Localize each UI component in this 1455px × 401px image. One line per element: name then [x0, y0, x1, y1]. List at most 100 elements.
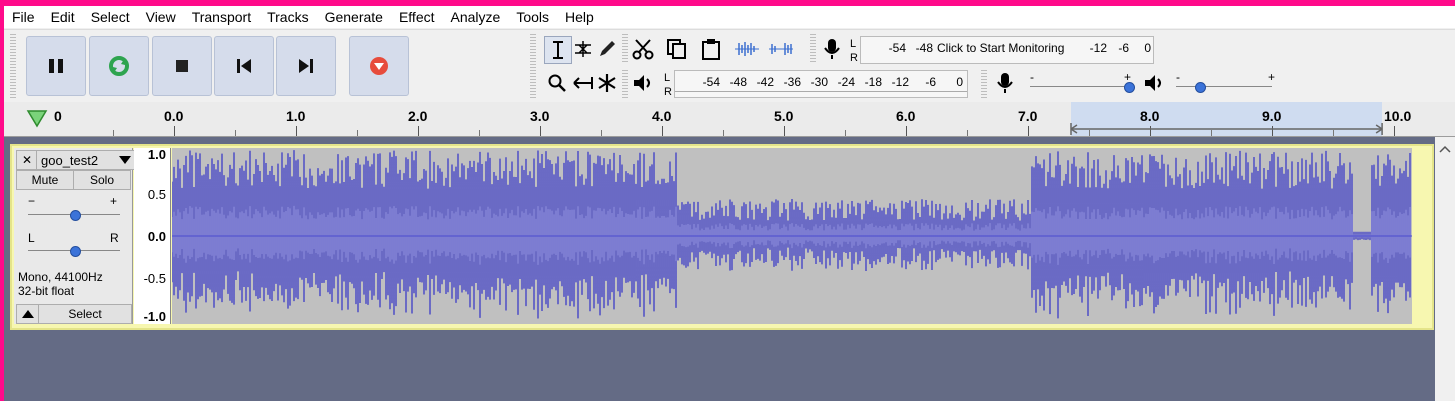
cut-button[interactable] [630, 36, 656, 62]
selection-tool[interactable] [544, 36, 572, 64]
loop-button[interactable] [89, 36, 149, 96]
playback-meter[interactable]: -54 -48 -42 -36 -30 -24 -18 -12 -6 0 [674, 70, 968, 98]
menu-generate[interactable]: Generate [317, 6, 391, 28]
edit-grip[interactable] [622, 34, 628, 64]
amplitude-label: -0.5 [143, 271, 166, 286]
record-volume-knob[interactable] [1124, 82, 1135, 93]
amplitude-label: 1.0 [147, 147, 166, 162]
tools-grip[interactable] [530, 34, 536, 98]
paste-icon [702, 39, 720, 60]
timeline-label: 10.0 [1384, 108, 1412, 124]
timeline-tick [357, 130, 358, 136]
stop-icon [176, 60, 188, 72]
scroll-up-icon[interactable] [1435, 141, 1455, 157]
skip-to-start-button[interactable] [214, 36, 274, 96]
silence-audio-icon [769, 43, 793, 55]
track-bit-depth: 32-bit float [18, 284, 75, 298]
meter-tick-label: -12 [1089, 41, 1107, 55]
amplitude-label: -1.0 [143, 309, 166, 324]
vertical-scrollbar[interactable] [1435, 137, 1455, 401]
timeline-label: 0.0 [164, 108, 184, 124]
slider-track [1030, 86, 1134, 87]
mute-button[interactable]: Mute [16, 170, 74, 190]
waveform-area[interactable] [171, 148, 1412, 324]
track-menu-button[interactable]: goo_test2 [36, 150, 136, 170]
menu-tracks[interactable]: Tracks [259, 6, 316, 28]
copy-button[interactable] [664, 36, 690, 62]
menu-file[interactable]: File [4, 6, 43, 28]
rec-meter-left-label: L [850, 38, 857, 50]
monitoring-prompt[interactable]: Click to Start Monitoring [937, 41, 1064, 55]
waveform [171, 150, 1412, 319]
toolbar-grip[interactable] [10, 34, 16, 98]
speaker-icon [634, 75, 650, 91]
menu-effect[interactable]: Effect [391, 6, 443, 28]
audacity-window: File Edit Select View Transport Tracks G… [4, 6, 1455, 401]
record-button[interactable] [349, 36, 409, 96]
play-volume-knob[interactable] [1195, 82, 1206, 93]
paste-button[interactable] [698, 36, 724, 62]
meter-tick-label: -48 [915, 41, 933, 55]
timeline-tick [113, 130, 114, 136]
chevron-down-icon [119, 156, 131, 164]
slider-track [1176, 86, 1272, 87]
gain-knob[interactable] [70, 210, 81, 221]
envelope-icon [575, 41, 591, 57]
meter-baseline [675, 91, 967, 92]
draw-tool[interactable] [594, 36, 620, 62]
timeline-label: 4.0 [652, 108, 672, 124]
playback-meter-scale: -54 -48 -42 -36 -30 -24 -18 -12 -6 0 [693, 75, 963, 89]
time-shift-tool[interactable] [570, 70, 596, 96]
record-volume-icon-button [992, 70, 1018, 96]
meter-tick-label: 0 [1144, 41, 1151, 55]
stop-button[interactable] [152, 36, 212, 96]
amplitude-label: 0.5 [147, 187, 166, 202]
play-meter-right-label: R [664, 86, 672, 98]
play-meter-grip[interactable] [622, 70, 628, 100]
pencil-icon [600, 41, 615, 56]
menu-tools[interactable]: Tools [508, 6, 557, 28]
timeline-tick [479, 130, 480, 136]
mixer-grip[interactable] [981, 70, 987, 100]
meter-tick-label: -36 [783, 75, 801, 89]
play-volume-slider[interactable] [1176, 80, 1272, 94]
pause-button[interactable] [26, 36, 86, 96]
pan-left-label: L [28, 231, 35, 245]
select-track-button[interactable]: Select [38, 304, 132, 324]
zoom-tool[interactable] [544, 70, 570, 96]
timeline-ruler[interactable]: 0 0.0 1.0 2.0 3.0 4.0 5.0 6.0 7.0 8.0 9.0 10.0 [4, 102, 1455, 137]
selection-bracket[interactable] [1069, 122, 1384, 136]
collapse-track-button[interactable] [16, 304, 40, 324]
play-head-triangle-icon [26, 110, 48, 128]
menu-help[interactable]: Help [557, 6, 602, 28]
menu-select[interactable]: Select [83, 6, 138, 28]
trim-button[interactable] [732, 36, 762, 62]
envelope-tool[interactable] [570, 36, 596, 62]
menu-edit[interactable]: Edit [43, 6, 83, 28]
meter-tick-label: -12 [891, 75, 909, 89]
multi-tool[interactable] [594, 70, 620, 96]
speaker-icon [1145, 75, 1161, 91]
menu-transport[interactable]: Transport [184, 6, 259, 28]
gain-slider[interactable] [28, 208, 120, 222]
skip-to-end-button[interactable] [276, 36, 336, 96]
skip-to-end-icon [299, 59, 313, 73]
record-meter-button[interactable] [819, 36, 845, 62]
pan-slider[interactable] [28, 244, 120, 258]
timeline-label: 1.0 [286, 108, 306, 124]
timeline-play-head-button[interactable] [26, 108, 48, 131]
play-meter-left-label: L [664, 72, 671, 84]
silence-button[interactable] [766, 36, 796, 62]
solo-button[interactable]: Solo [73, 170, 131, 190]
recording-meter-scale-left: -54 -48 [879, 41, 933, 55]
menu-view[interactable]: View [138, 6, 184, 28]
close-track-button[interactable]: ✕ [16, 150, 38, 170]
pan-knob[interactable] [70, 246, 81, 257]
track-name: goo_test2 [41, 152, 99, 168]
menu-analyze[interactable]: Analyze [443, 6, 509, 28]
playback-meter-button[interactable] [630, 70, 656, 96]
timeline-label: 2.0 [408, 108, 428, 124]
record-meter-grip[interactable] [810, 34, 816, 64]
recording-meter[interactable]: -54 -48 Click to Start Monitoring -12 -6 0 [860, 36, 1154, 64]
record-volume-slider[interactable] [1030, 80, 1135, 94]
